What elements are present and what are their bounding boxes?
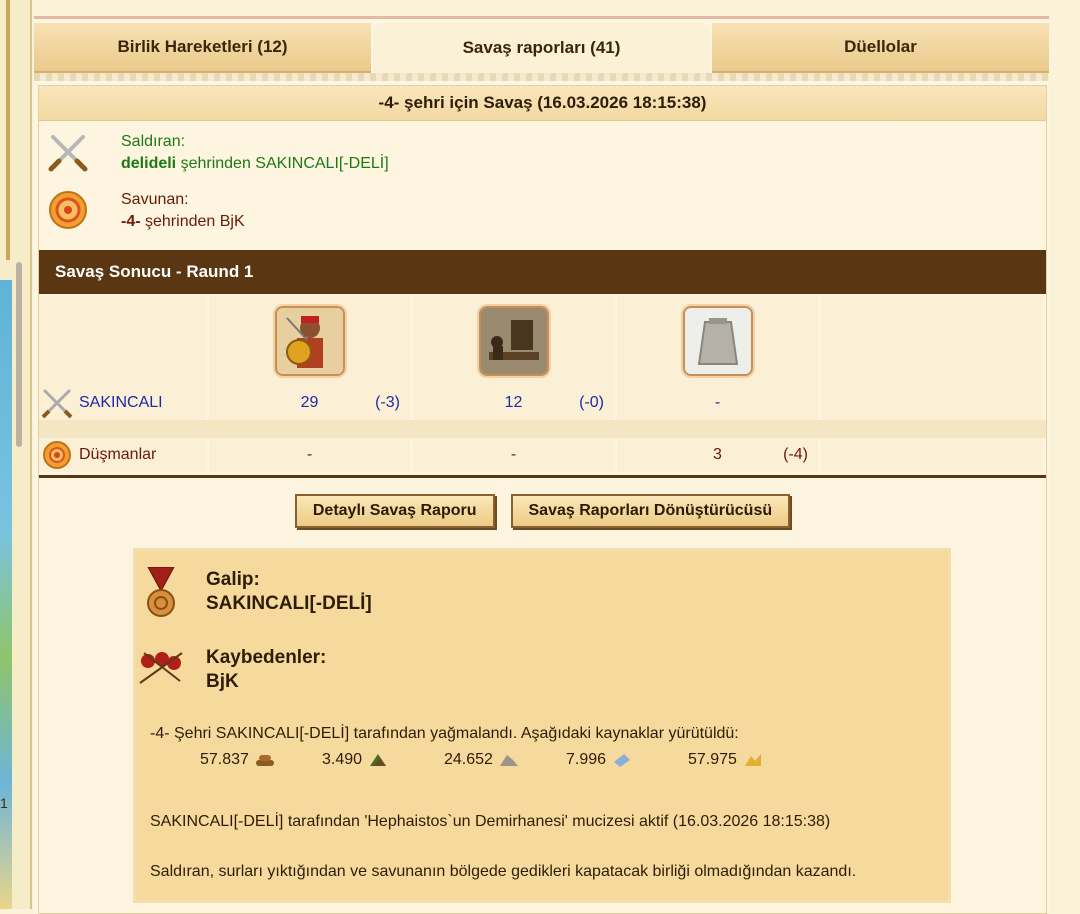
attacker-name[interactable]: SAKINCALI — [79, 394, 163, 412]
side-number: 1 — [0, 795, 8, 811]
medal-icon — [147, 567, 175, 617]
unit-count-cell: 3 (-4) — [617, 438, 821, 472]
conclusion-text: Saldıran, surları yıktığından ve savunan… — [150, 863, 857, 880]
crossed-swords-icon — [41, 389, 73, 419]
defender-section: Savunan: -4- şehrinden BjK — [39, 179, 1046, 237]
unit-cell — [209, 296, 413, 386]
unit-loss: (-3) — [375, 394, 400, 411]
winner-label: Galip: — [206, 569, 260, 590]
resource-gold: 57.975 — [688, 751, 810, 769]
attacker-city[interactable]: delideli — [121, 155, 176, 172]
attacker-info: delideli şehrinden SAKINCALI[-DELİ] — [121, 155, 389, 173]
row-spacer — [39, 420, 1046, 438]
shield-icon — [49, 191, 87, 229]
report-title: -4- şehri için Savaş (16.03.2026 18:15:3… — [39, 86, 1046, 121]
wood-icon — [255, 755, 274, 766]
report-converter-button[interactable]: Savaş Raporları Dönüştürücüsü — [510, 494, 791, 528]
losers-name: BjK — [206, 671, 239, 692]
row-label: SAKINCALI — [39, 386, 209, 420]
battle-table: SAKINCALI 29(-3) 12(-0) - Düşmanlar - — [39, 296, 1046, 478]
unit-count: - — [306, 446, 313, 463]
map-edge — [0, 280, 12, 909]
empty-cell — [821, 296, 1046, 386]
defender-city[interactable]: -4- — [121, 213, 141, 230]
row-label: Düşmanlar — [39, 438, 209, 472]
resource-silver: 7.996 — [566, 751, 688, 769]
defender-label: Savunan: — [121, 191, 189, 208]
battle-report: -4- şehri için Savaş (16.03.2026 18:15:3… — [38, 85, 1047, 914]
crossed-swords-icon — [48, 135, 88, 172]
unit-count-cell: 29 (-3) — [209, 386, 413, 420]
resource-value: 57.837 — [200, 751, 249, 768]
left-side-strip: 1 — [0, 0, 32, 909]
attacker-player[interactable]: SAKINCALI[-DELİ] — [255, 155, 388, 172]
unit-loss: (-0) — [579, 394, 604, 411]
unit-count-cell: 12 (-0) — [413, 386, 617, 420]
resource-grain: 3.490 — [322, 751, 444, 769]
attacker-mid: şehrinden — [176, 155, 256, 172]
hoplite-unit-icon[interactable] — [274, 306, 345, 376]
tab-duels[interactable]: Düellolar — [712, 23, 1049, 73]
tab-battle-reports[interactable]: Savaş raporları (41) — [373, 23, 710, 73]
round-header: Savaş Sonucu - Raund 1 — [39, 250, 1046, 294]
resource-wood: 57.837 — [200, 751, 322, 769]
reports-panel: Birlik Hareketleri (12) Savaş raporları … — [34, 16, 1049, 914]
resource-list: 57.837 3.490 24.652 7.996 57.975 — [200, 751, 810, 769]
stone-icon — [499, 755, 518, 766]
empty-cell — [821, 438, 1046, 472]
resource-value: 7.996 — [566, 751, 607, 768]
scrollbar[interactable] — [16, 262, 22, 447]
unit-cell — [617, 296, 821, 386]
attacker-label: Saldıran: — [121, 133, 186, 150]
resource-value: 24.652 — [444, 751, 493, 768]
table-bottom-line — [39, 475, 1046, 478]
grain-icon — [370, 754, 387, 766]
defender-mid: şehrinden — [140, 213, 220, 230]
unit-cell — [413, 296, 617, 386]
enemy-row: Düşmanlar - - 3 (-4) — [39, 438, 1046, 472]
plunder-text: -4- Şehri SAKINCALI[-DELİ] tarafından ya… — [150, 725, 739, 742]
tab-bar: Birlik Hareketleri (12) Savaş raporları … — [34, 23, 1049, 73]
decorative-border — [34, 73, 1049, 81]
result-box: Galip: SAKINCALI[-DELİ] Kaybedenler: BjK… — [133, 548, 951, 903]
detailed-report-button[interactable]: Detaylı Savaş Raporu — [294, 494, 495, 528]
shield-icon — [43, 441, 71, 469]
resource-value: 3.490 — [322, 751, 363, 768]
unit-icon-row — [39, 296, 1046, 386]
unit-count: - — [510, 446, 517, 463]
gold-icon — [744, 754, 761, 766]
empty-cell — [39, 296, 209, 386]
button-row: Detaylı Savaş Raporu Savaş Raporları Dön… — [39, 494, 1046, 528]
defender-info: -4- şehrinden BjK — [121, 213, 245, 231]
winner-name: SAKINCALI[-DELİ] — [206, 593, 372, 614]
resource-stone: 24.652 — [444, 751, 566, 769]
wall-unit-icon[interactable] — [682, 306, 753, 376]
catapult-unit-icon[interactable] — [478, 306, 549, 376]
resource-value: 57.975 — [688, 751, 737, 768]
silver-icon — [614, 754, 631, 767]
side-bar — [6, 0, 10, 260]
miracle-text: SAKINCALI[-DELİ] tarafından 'Hephaistos`… — [150, 813, 831, 830]
unit-count-cell: - — [209, 438, 413, 472]
empty-cell — [821, 386, 1046, 420]
unit-count-cell: - — [617, 386, 821, 420]
tab-unit-movements[interactable]: Birlik Hareketleri (12) — [34, 23, 371, 73]
attacker-section: Saldıran: delideli şehrinden SAKINCALI[-… — [39, 121, 1046, 179]
defender-player[interactable]: BjK — [220, 213, 245, 230]
fallen-soldiers-icon — [139, 652, 183, 684]
unit-loss: (-4) — [783, 446, 808, 463]
unit-count-cell: - — [413, 438, 617, 472]
enemy-name: Düşmanlar — [79, 446, 157, 463]
unit-count: - — [714, 394, 721, 411]
losers-label: Kaybedenler: — [206, 647, 327, 668]
attacker-row: SAKINCALI 29 (-3) 12 (-0) - — [39, 386, 1046, 420]
